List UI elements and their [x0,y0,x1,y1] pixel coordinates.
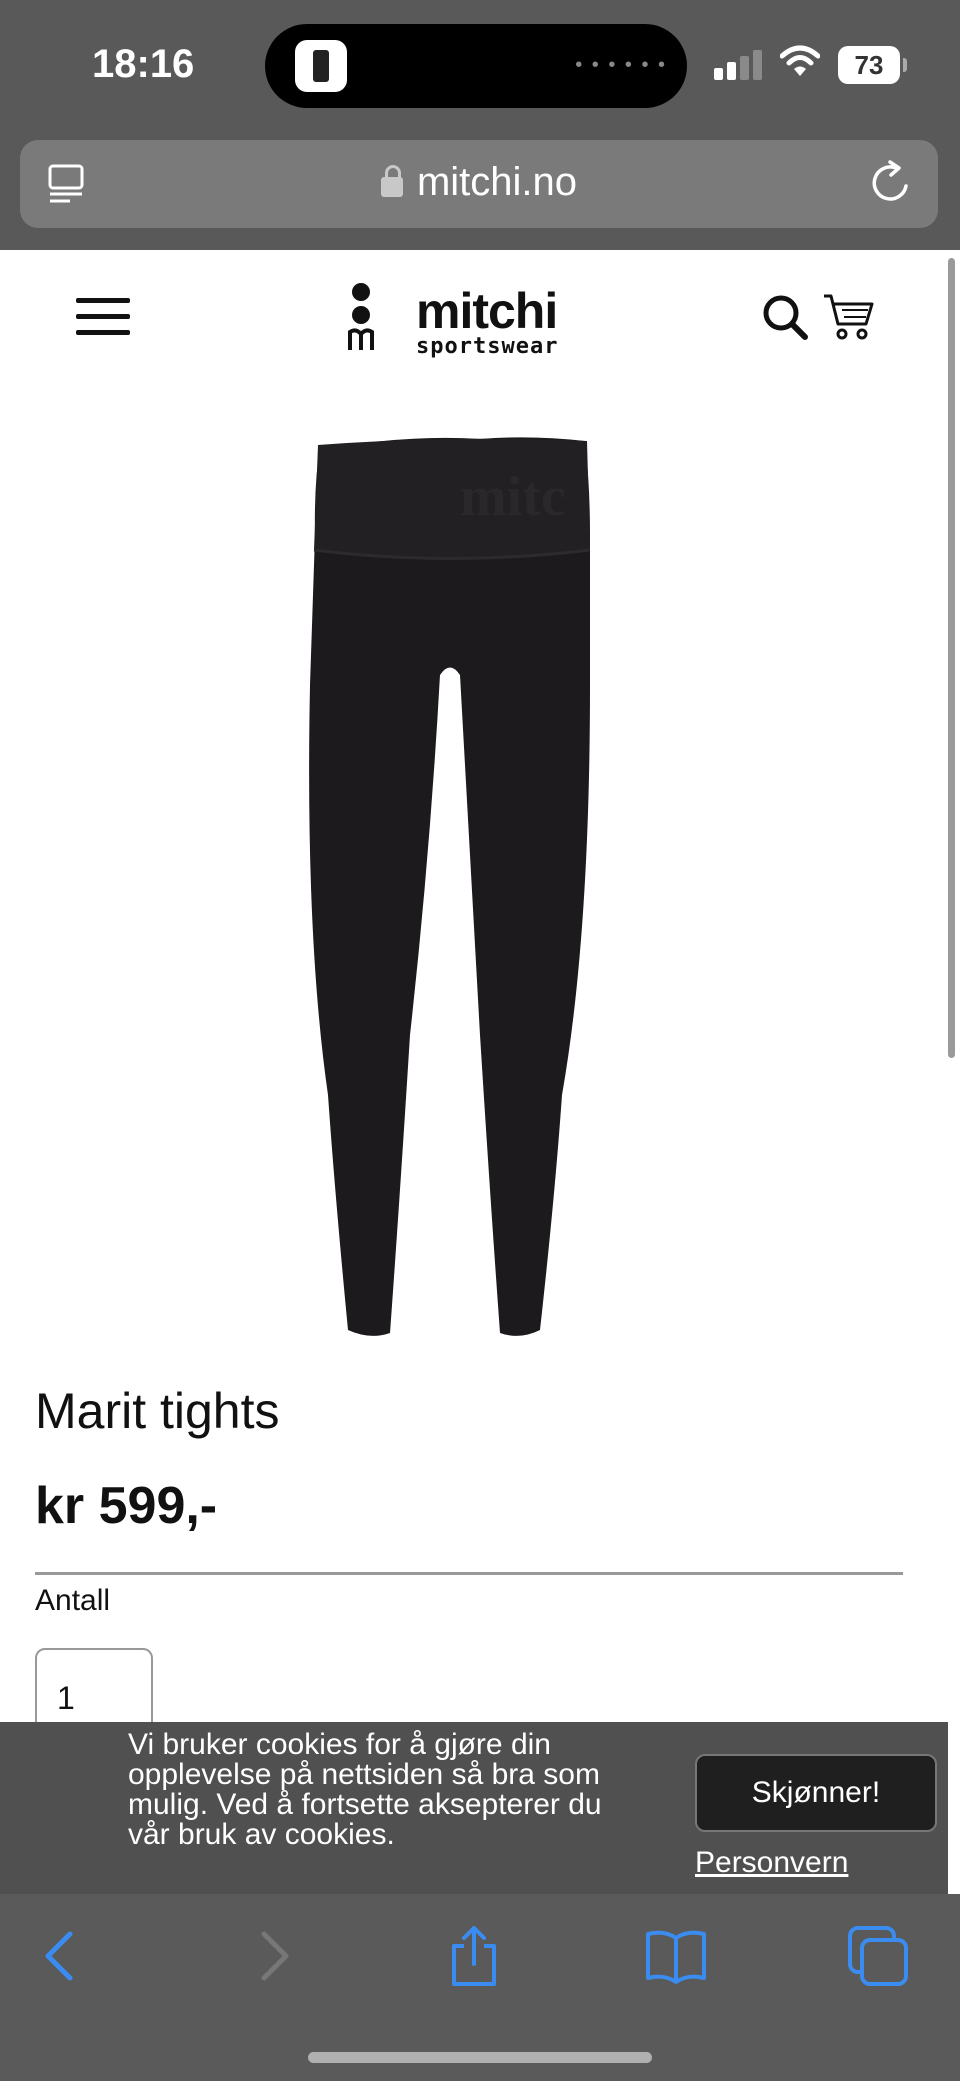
site-header: mitchi sportswear [0,250,945,380]
product-title: Marit tights [35,1383,280,1439]
url-display[interactable]: mitchi.no [20,160,938,205]
cellular-signal-icon [714,50,764,80]
reload-icon[interactable] [868,160,914,206]
activity-dots-icon: • • • • • • [575,54,667,76]
product-price: kr 599,- [35,1477,218,1535]
chevron-left-icon[interactable] [30,1924,94,1988]
status-bar: 18:16 • • • • • • 73 [0,0,960,130]
search-icon[interactable] [760,292,810,342]
quantity-label: Antall [35,1584,111,1617]
lock-icon [380,165,403,197]
address-bar[interactable]: mitchi.no [20,140,938,228]
logo-wordmark: mitchi [416,283,558,339]
divider [35,1572,903,1575]
web-page: mitchi sportswear mitc Marit tights kr 5… [0,250,960,1895]
shopping-cart-icon[interactable] [822,290,876,344]
battery-indicator: 73 [838,46,907,84]
share-icon[interactable] [442,1924,506,1988]
status-time: 18:16 [92,42,195,86]
url-text: mitchi.no [416,160,578,204]
privacy-link[interactable]: Personvern [695,1846,848,1880]
cookie-banner: Vi bruker cookies for å gjøre din opplev… [0,1722,948,1894]
hamburger-menu-icon[interactable] [76,298,132,338]
svg-text:mitc: mitc [460,466,566,528]
live-activity-app-icon [295,40,347,92]
logo-mark-icon [348,283,374,350]
wifi-icon [780,45,820,76]
book-icon[interactable] [644,1924,708,1988]
chevron-right-icon[interactable] [240,1924,304,1988]
logo-tagline: sportswear [416,334,559,359]
product-image[interactable]: mitc [300,435,640,1340]
tabs-icon[interactable] [846,1924,910,1988]
accept-cookies-button[interactable]: Skjønner! [695,1754,937,1832]
scrollbar[interactable] [948,258,955,1058]
cookie-message: Vi bruker cookies for å gjøre din opplev… [128,1728,602,1851]
home-indicator[interactable] [308,2052,652,2063]
dynamic-island: • • • • • • [265,24,687,108]
site-logo[interactable]: mitchi sportswear [346,282,566,362]
